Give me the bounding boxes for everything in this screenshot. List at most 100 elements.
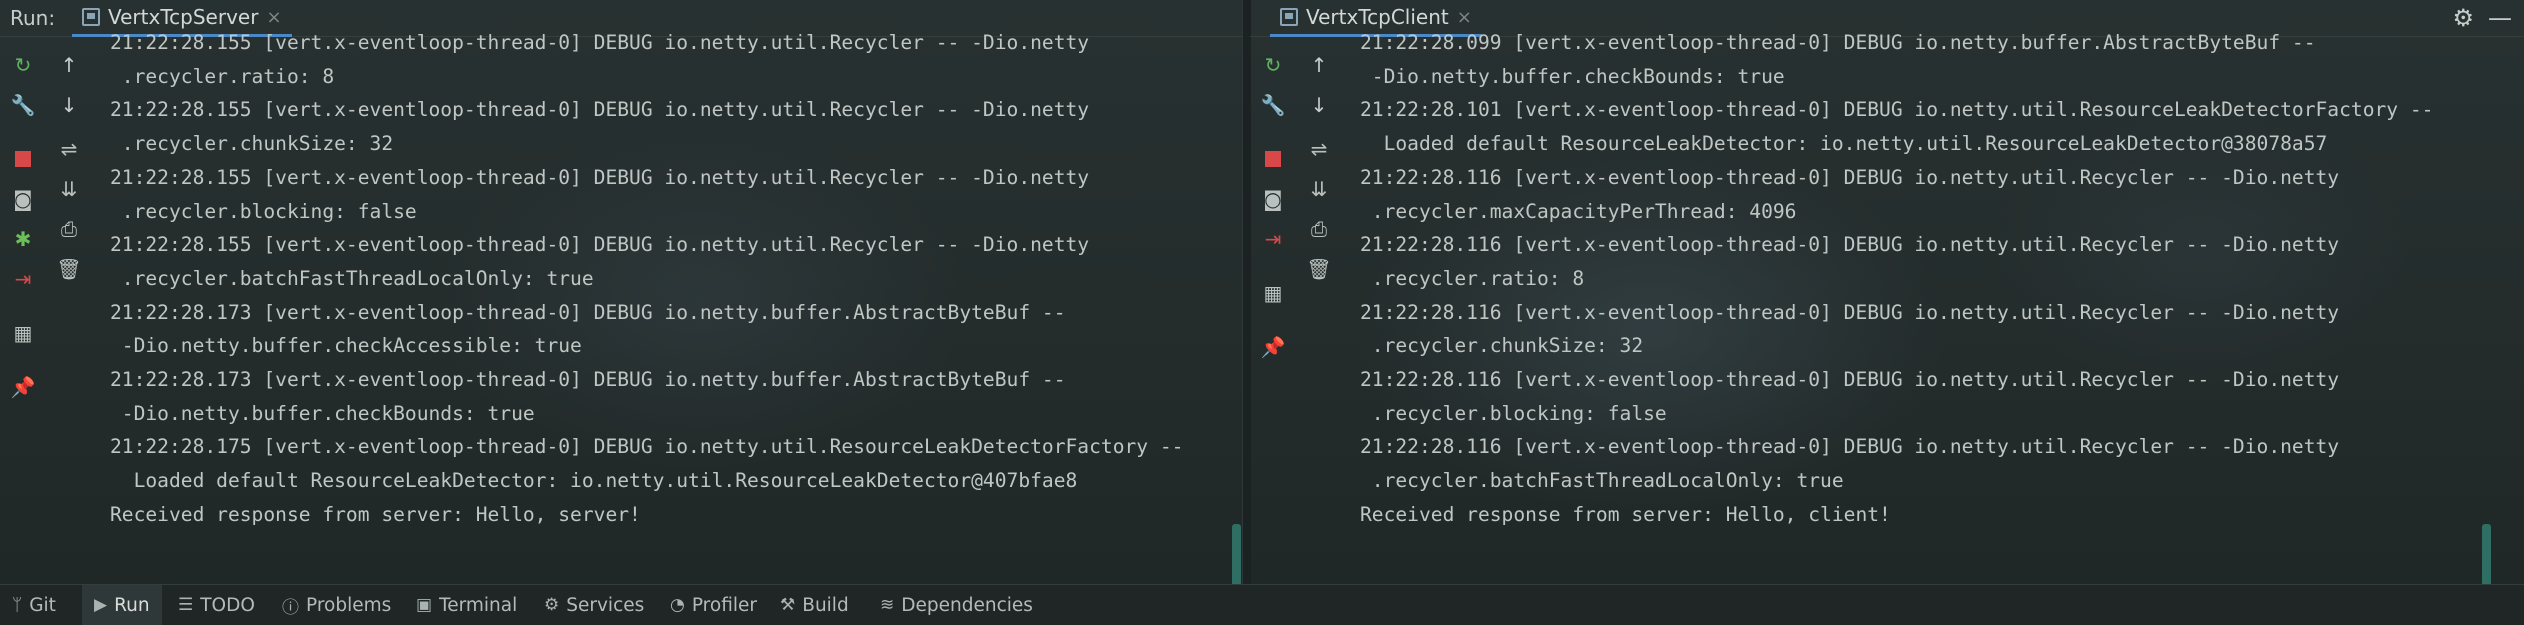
print-icon[interactable]: ⎙ xyxy=(1304,214,1334,244)
up-arrow-icon[interactable]: ↑ xyxy=(1304,50,1334,80)
console-line: 21:22:28.173 [vert.x-eventloop-thread-0]… xyxy=(110,368,1066,392)
bottom-tab-build[interactable]: ⚒ Build xyxy=(780,585,849,625)
console-line: .recycler.chunkSize: 32 xyxy=(1360,334,1644,358)
bottom-tab-terminal[interactable]: ▣ Terminal xyxy=(416,585,517,625)
console-line: -Dio.netty.buffer.checkBounds: true xyxy=(110,401,535,425)
console-line: Loaded default ResourceLeakDetector: io.… xyxy=(110,469,1078,493)
wrench-icon[interactable]: 🔧 xyxy=(1258,90,1288,120)
console-line: 21:22:28.116 [vert.x-eventloop-thread-0]… xyxy=(1360,300,2340,324)
console-line: 21:22:28.116 [vert.x-eventloop-thread-0]… xyxy=(1360,435,2340,459)
trash-icon[interactable]: 🗑 xyxy=(54,254,84,284)
bottom-tab-label: Services xyxy=(566,594,645,616)
console-line: 21:22:28.099 [vert.x-eventloop-thread-0]… xyxy=(1360,31,2316,54)
up-arrow-icon[interactable]: ↑ xyxy=(54,50,84,80)
hammer-icon: ⚒ xyxy=(780,595,796,615)
branch-icon: ᛘ xyxy=(12,595,23,615)
bottom-tab-dependencies[interactable]: ≋ Dependencies xyxy=(880,585,1033,625)
pin-icon[interactable]: 📌 xyxy=(8,372,38,402)
down-arrow-icon[interactable]: ↓ xyxy=(1304,90,1334,120)
client-scrollbar[interactable] xyxy=(2482,524,2491,586)
stop-icon[interactable] xyxy=(8,144,38,174)
console-line: .recycler.chunkSize: 32 xyxy=(110,132,394,156)
soft-wrap-icon[interactable]: ⇌ xyxy=(1304,134,1334,164)
client-console-output[interactable]: 21:22:28.099 [vert.x-eventloop-thread-0]… xyxy=(1360,26,2433,532)
tool-window-bar: ᛘ Git ▶ Run ☰ TODO ⓘ Problems ▣ Terminal ⚙ Ser… xyxy=(0,584,2524,625)
minimize-icon[interactable]: — xyxy=(2488,4,2512,32)
console-line: .recycler.ratio: 8 xyxy=(110,64,335,88)
bottom-tab-label: Terminal xyxy=(439,594,518,616)
bottom-tab-label: Build xyxy=(802,594,849,616)
close-icon[interactable]: × xyxy=(266,7,281,28)
console-line: 21:22:28.155 [vert.x-eventloop-thread-0]… xyxy=(110,233,1090,257)
camera-icon[interactable]: ◙ xyxy=(8,184,38,214)
down-arrow-icon[interactable]: ↓ xyxy=(54,90,84,120)
wrench-icon[interactable]: 🔧 xyxy=(8,90,38,120)
bottom-tab-label: Profiler xyxy=(691,594,757,616)
run-label: Run: xyxy=(10,6,56,30)
console-toolbar: ↑ ↓ ⇌ ⇊ ⎙ 🗑 xyxy=(1296,36,1342,584)
bottom-tab-profiler[interactable]: ◔ Profiler xyxy=(670,585,757,625)
console-line: .recycler.batchFastThreadLocalOnly: true xyxy=(110,266,594,290)
layout-icon[interactable]: ▦ xyxy=(8,318,38,348)
exit-icon[interactable]: ⇥ xyxy=(1258,224,1288,254)
rerun-icon[interactable]: ↻ xyxy=(1258,50,1288,80)
console-line: 21:22:28.173 [vert.x-eventloop-thread-0]… xyxy=(110,300,1066,324)
console-line: .recycler.blocking: false xyxy=(1360,401,1667,425)
scroll-end-icon[interactable]: ⇊ xyxy=(54,174,84,204)
console-line: Received response from server: Hello, se… xyxy=(110,502,641,526)
console-toolbar: ↑ ↓ ⇌ ⇊ ⎙ 🗑 xyxy=(46,36,92,584)
console-line: 21:22:28.175 [vert.x-eventloop-thread-0]… xyxy=(110,435,1184,459)
bottom-tab-label: Problems xyxy=(306,594,392,616)
bottom-tab-todo[interactable]: ☰ TODO xyxy=(178,585,255,625)
scroll-end-icon[interactable]: ⇊ xyxy=(1304,174,1334,204)
bottom-tab-label: Run xyxy=(114,594,150,616)
layers-icon: ≋ xyxy=(880,595,895,615)
server-console-output[interactable]: 21:22:28.155 [vert.x-eventloop-thread-0]… xyxy=(110,26,1183,532)
console-line: 21:22:28.116 [vert.x-eventloop-thread-0]… xyxy=(1360,165,2340,189)
console-line: 21:22:28.155 [vert.x-eventloop-thread-0]… xyxy=(110,165,1090,189)
run-config-icon xyxy=(1280,8,1298,26)
rerun-icon[interactable]: ↻ xyxy=(8,50,38,80)
console-line: 21:22:28.155 [vert.x-eventloop-thread-0]… xyxy=(110,31,1090,54)
stop-icon[interactable] xyxy=(1258,144,1288,174)
soft-wrap-icon[interactable]: ⇌ xyxy=(54,134,84,164)
list-icon: ☰ xyxy=(178,595,194,615)
pin-icon[interactable]: 📌 xyxy=(1258,332,1288,362)
print-icon[interactable]: ⎙ xyxy=(54,214,84,244)
bottom-tab-services[interactable]: ⚙ Services xyxy=(544,585,644,625)
run-icon: ▶ xyxy=(94,595,108,615)
debug-icon[interactable]: ✱ xyxy=(8,224,38,254)
console-line: 21:22:28.101 [vert.x-eventloop-thread-0]… xyxy=(1360,98,2434,122)
bottom-tab-run[interactable]: ▶ Run xyxy=(82,585,162,625)
server-scrollbar[interactable] xyxy=(1232,524,1241,586)
bottom-tab-label: Dependencies xyxy=(901,594,1033,616)
camera-icon[interactable]: ◙ xyxy=(1258,184,1288,214)
console-line: .recycler.batchFastThreadLocalOnly: true xyxy=(1360,469,1844,493)
console-line: 21:22:28.116 [vert.x-eventloop-thread-0]… xyxy=(1360,368,2340,392)
console-line: .recycler.maxCapacityPerThread: 4096 xyxy=(1360,199,1797,223)
console-line: 21:22:28.116 [vert.x-eventloop-thread-0]… xyxy=(1360,233,2340,257)
bottom-tab-label: TODO xyxy=(200,594,255,616)
bottom-tab-git[interactable]: ᛘ Git xyxy=(12,585,56,625)
trash-icon[interactable]: 🗑 xyxy=(1304,254,1334,284)
profiler-icon: ◔ xyxy=(670,595,685,615)
run-actions-toolbar: ↻ 🔧 ◙ ⇥ ▦ 📌 xyxy=(1250,36,1296,584)
layout-icon[interactable]: ▦ xyxy=(1258,278,1288,308)
console-line: -Dio.netty.buffer.checkAccessible: true xyxy=(110,334,582,358)
console-line: Received response from server: Hello, cl… xyxy=(1360,502,1891,526)
server-run-pane: Run: VertxTcpServer × ↻ 🔧 ◙ ✱ ⇥ ▦ 📌 ↑ ↓ … xyxy=(0,0,1242,586)
console-line: Loaded default ResourceLeakDetector: io.… xyxy=(1360,132,2328,156)
bottom-tab-problems[interactable]: ⓘ Problems xyxy=(282,585,391,625)
bottom-tab-label: Git xyxy=(29,594,56,616)
close-icon[interactable]: × xyxy=(1457,7,1472,28)
info-icon: ⓘ xyxy=(282,597,299,618)
console-line: 21:22:28.155 [vert.x-eventloop-thread-0]… xyxy=(110,98,1090,122)
run-config-icon xyxy=(82,8,100,26)
exit-icon[interactable]: ⇥ xyxy=(8,264,38,294)
gear-icon[interactable]: ⚙ xyxy=(2452,4,2474,32)
client-run-pane: VertxTcpClient × ⚙ — ↻ 🔧 ◙ ⇥ ▦ 📌 ↑ ↓ ⇌ ⇊… xyxy=(1250,0,2524,586)
console-line: .recycler.blocking: false xyxy=(110,199,417,223)
services-icon: ⚙ xyxy=(544,595,560,615)
console-line: .recycler.ratio: 8 xyxy=(1360,266,1585,290)
run-actions-toolbar: ↻ 🔧 ◙ ✱ ⇥ ▦ 📌 xyxy=(0,36,46,584)
